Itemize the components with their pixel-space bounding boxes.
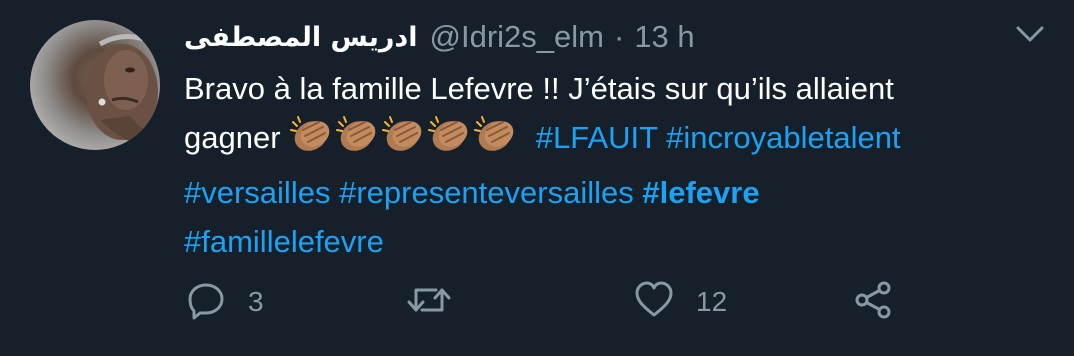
chevron-down-icon[interactable] <box>1012 20 1048 48</box>
reply-icon <box>186 280 226 325</box>
tweet-text-line1: Bravo à la famille Lefevre !! J’étais su… <box>184 71 894 106</box>
heart-icon <box>634 280 674 325</box>
header-separator: · <box>613 19 625 54</box>
share-icon <box>854 280 894 325</box>
hashtag-lfauit[interactable]: #LFAUIT <box>536 120 658 155</box>
hashtag-famillelefevre[interactable]: #famillelefevre <box>184 224 384 259</box>
clapping-hands-emoji <box>288 114 521 168</box>
share-button[interactable] <box>854 278 894 326</box>
display-name[interactable]: ادريس المصطفى <box>184 22 418 53</box>
tweet-text: Bravo à la famille Lefevre !! J’étais su… <box>184 64 1054 266</box>
avatar[interactable] <box>30 20 160 150</box>
tweet-actions: 3 12 <box>0 278 1074 326</box>
retweet-icon <box>406 280 452 325</box>
user-handle[interactable]: @Idri2s_elm <box>430 19 604 55</box>
hashtag-versailles[interactable]: #versailles <box>184 175 330 210</box>
tweet[interactable]: ادريس المصطفى @Idri2s_elm · 13 h Bravo à… <box>0 0 1074 356</box>
reply-count: 3 <box>248 286 264 317</box>
retweet-button[interactable] <box>406 278 452 326</box>
tweet-header: ادريس المصطفى @Idri2s_elm · 13 h <box>184 14 695 60</box>
like-count: 12 <box>696 286 728 317</box>
tweet-text-gagner: gagner <box>184 120 281 155</box>
like-button[interactable]: 12 <box>634 278 727 326</box>
hashtag-lefevre[interactable]: #lefevre <box>642 175 759 210</box>
tweet-timestamp[interactable]: 13 h <box>634 19 694 55</box>
hashtag-incroyabletalent[interactable]: #incroyabletalent <box>666 120 900 155</box>
hashtag-representeversailles[interactable]: #representeversailles <box>339 175 634 210</box>
reply-button[interactable]: 3 <box>186 278 264 326</box>
